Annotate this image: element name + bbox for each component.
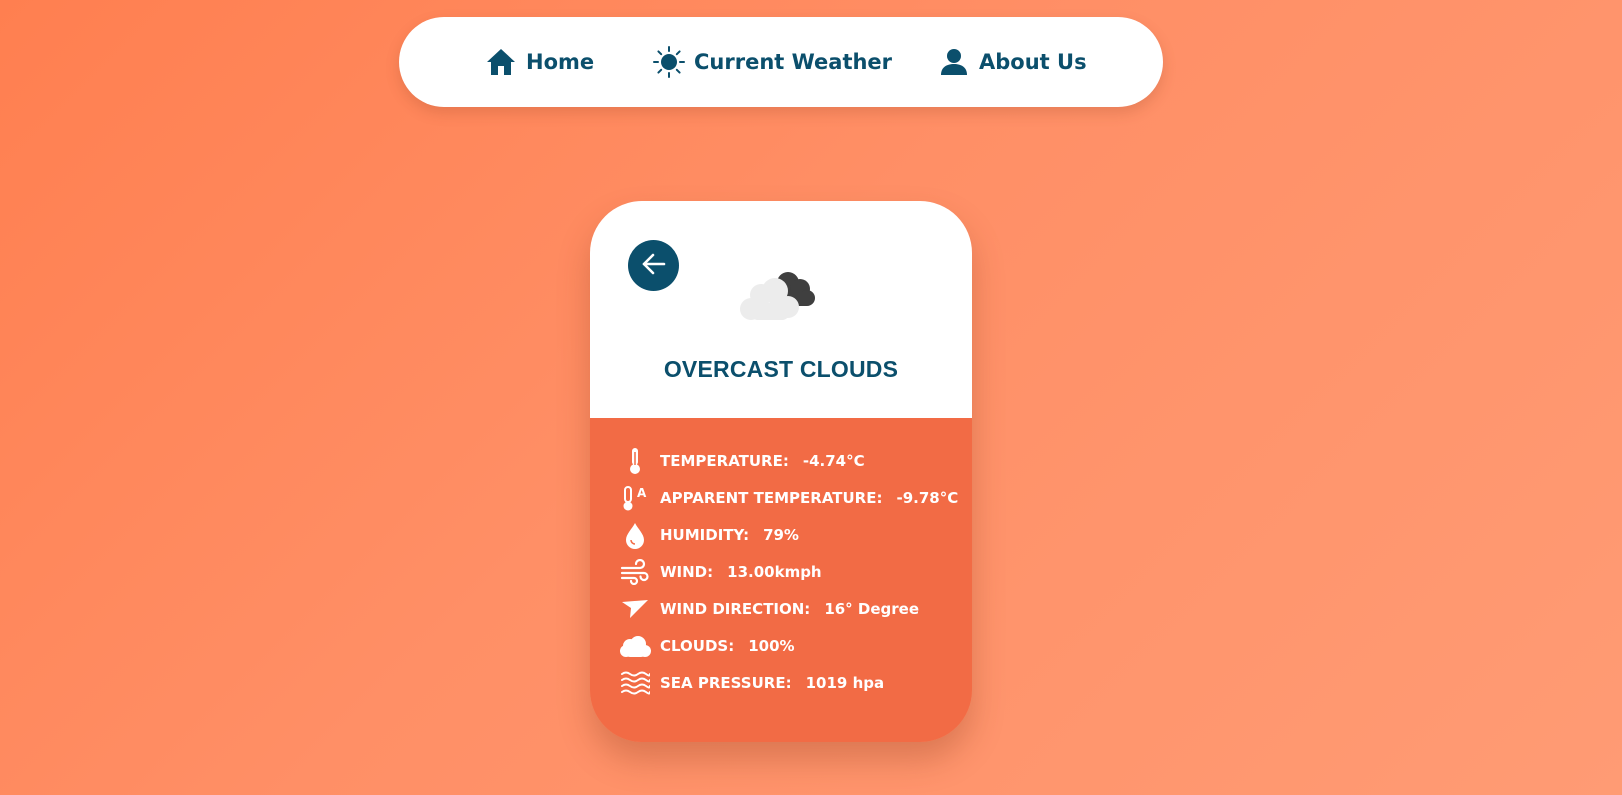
weather-details: TEMPERATURE: -4.74°C A APPARENT TEMPERAT… (590, 418, 972, 742)
overcast-clouds-icon (737, 265, 827, 325)
waves-icon (618, 668, 652, 698)
stat-value: -4.74°C (802, 452, 865, 470)
stat-value: 16° Degree (824, 600, 920, 618)
stat-label: TEMPERATURE: (660, 452, 789, 470)
thermometer-icon (618, 446, 652, 476)
stat-label: SEA PRESSURE: (660, 674, 792, 692)
droplet-icon (618, 520, 652, 550)
stat-label: APPARENT TEMPERATURE: (660, 489, 883, 507)
stat-label: WIND DIRECTION: (660, 600, 811, 618)
stat-clouds: CLOUDS: 100% (618, 631, 795, 661)
stat-label: HUMIDITY: (660, 526, 750, 544)
stat-value: 79% (763, 526, 799, 544)
wind-icon (618, 557, 652, 587)
sun-icon (653, 46, 685, 78)
back-button[interactable] (628, 240, 679, 291)
nav-current-weather-link[interactable]: Current Weather (653, 17, 892, 107)
weather-condition-title: OVERCAST CLOUDS (663, 356, 899, 382)
stat-apparent-temperature: A APPARENT TEMPERATURE: -9.78°C (618, 483, 958, 513)
stat-value: 13.00kmph (727, 563, 822, 581)
stat-label: CLOUDS: (660, 637, 735, 655)
nav-home-link[interactable]: Home (485, 17, 594, 107)
stat-sea-pressure: SEA PRESSURE: 1019 hpa (618, 668, 884, 698)
stat-value: 100% (748, 637, 795, 655)
cloud-icon (618, 631, 652, 661)
stat-wind: WIND: 13.00kmph (618, 557, 822, 587)
stat-humidity: HUMIDITY: 79% (618, 520, 799, 550)
direction-arrow-icon (618, 594, 652, 624)
top-navigation: Home Current Weather About Us (399, 17, 1163, 107)
svg-text:A: A (637, 486, 647, 500)
stat-wind-direction: WIND DIRECTION: 16° Degree (618, 594, 919, 624)
nav-home-label: Home (526, 50, 595, 74)
stat-temperature: TEMPERATURE: -4.74°C (618, 446, 865, 476)
stat-label: WIND: (660, 563, 714, 581)
weather-card: OVERCAST CLOUDS TEMPERATURE: -4.74°C A A… (590, 201, 972, 742)
nav-about-us-label: About Us (979, 50, 1087, 74)
nav-about-us-link[interactable]: About Us (938, 17, 1087, 107)
arrow-left-icon (640, 250, 668, 282)
nav-current-weather-label: Current Weather (694, 50, 893, 74)
stat-value: 1019 hpa (805, 674, 885, 692)
stat-value: -9.78°C (896, 489, 959, 507)
home-icon (485, 46, 517, 78)
apparent-temperature-icon: A (618, 483, 652, 513)
user-icon (938, 46, 970, 78)
weather-card-header: OVERCAST CLOUDS (590, 201, 972, 418)
